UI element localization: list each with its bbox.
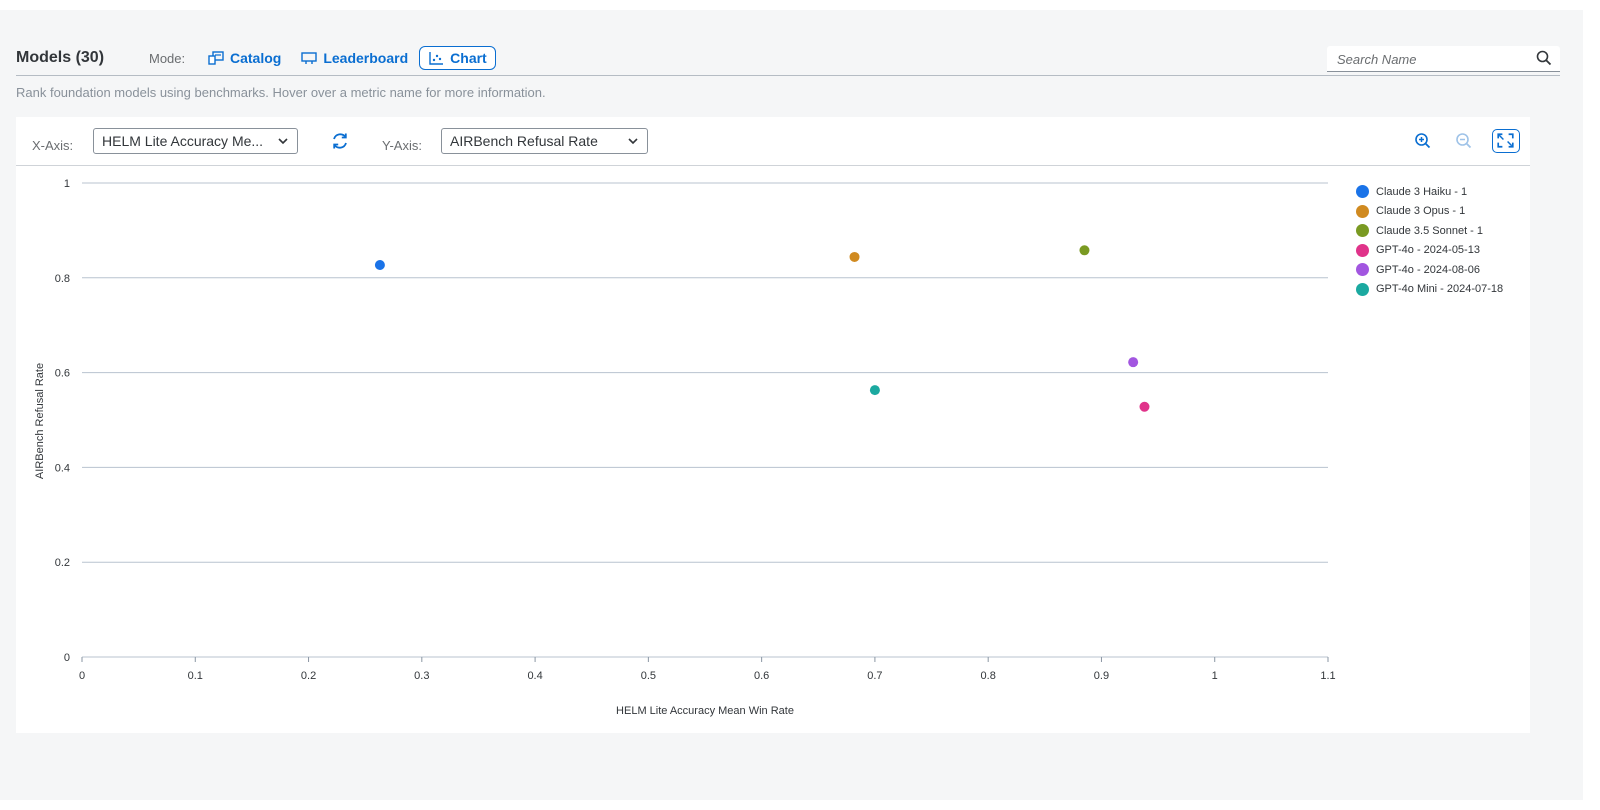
legend-label: GPT-4o Mini - 2024-07-18 xyxy=(1376,283,1504,296)
legend-marker xyxy=(1356,224,1369,238)
legend-marker xyxy=(1356,185,1369,199)
x-axis-ticks: 0 0.1 0.2 0.3 0.4 0.5 0.6 0.7 0.8 0.9 1 1.1 xyxy=(79,657,1336,682)
y-axis-select-value: AIRBench Refusal Rate xyxy=(450,133,598,149)
mode-chart-label: Chart xyxy=(450,50,487,66)
chevron-down-icon xyxy=(278,138,288,145)
mode-catalog-button[interactable]: Catalog xyxy=(199,46,290,70)
legend-label: GPT-4o - 2024-08-06 xyxy=(1376,263,1480,276)
legend-item[interactable]: Claude 3 Haiku - 1 xyxy=(1356,182,1503,202)
refresh-icon[interactable] xyxy=(330,131,350,151)
x-tick-label: 0.9 xyxy=(1094,670,1109,682)
data-point[interactable] xyxy=(1139,401,1150,412)
data-point[interactable] xyxy=(1079,245,1090,256)
legend-item[interactable]: Claude 3 Opus - 1 xyxy=(1356,202,1503,222)
y-tick-label: 0.2 xyxy=(55,557,70,569)
data-point[interactable] xyxy=(1128,357,1139,368)
legend-item[interactable]: GPT-4o - 2024-08-06 xyxy=(1356,260,1503,280)
legend-marker xyxy=(1356,282,1369,296)
x-axis-select-value: HELM Lite Accuracy Me... xyxy=(102,133,264,149)
mode-catalog-label: Catalog xyxy=(230,50,282,66)
x-tick-label: 0.1 xyxy=(188,670,203,682)
leaderboard-icon xyxy=(301,52,318,64)
search-icon[interactable] xyxy=(1536,50,1552,66)
mode-leaderboard-button[interactable]: Leaderboard xyxy=(292,46,417,70)
fullscreen-icon xyxy=(1497,133,1514,148)
search-input[interactable] xyxy=(1327,46,1529,72)
y-axis-title: AIRBench Refusal Rate xyxy=(34,363,46,479)
chart-card: X-Axis: HELM Lite Accuracy Me... Y-Axis:… xyxy=(16,117,1530,733)
data-point[interactable] xyxy=(869,385,880,396)
mode-label: Mode: xyxy=(149,51,186,66)
search-field[interactable] xyxy=(1327,46,1560,72)
catalog-icon xyxy=(208,51,224,65)
legend-label: Claude 3 Opus - 1 xyxy=(1376,205,1466,218)
chart-points xyxy=(374,245,1150,412)
chart-legend: Claude 3 Haiku - 1 Claude 3 Opus - 1 Claud… xyxy=(1356,182,1503,299)
x-axis-select-label: X-Axis: xyxy=(32,138,74,153)
x-tick-label: 0.6 xyxy=(754,670,769,682)
mode-chart-button[interactable]: Chart xyxy=(419,46,496,70)
legend-item[interactable]: Claude 3.5 Sonnet - 1 xyxy=(1356,221,1503,241)
mode-leaderboard-label: Leaderboard xyxy=(323,50,409,66)
y-tick-label: 0 xyxy=(64,652,70,664)
page-subtitle: Rank foundation models using benchmarks.… xyxy=(16,85,546,100)
y-axis-ticks: 0 0.2 0.4 0.6 0.8 1 xyxy=(55,178,70,664)
scatter-chart: 0 0.2 0.4 0.6 0.8 1 0 0.1 0.2 0.3 0.4 0.5 0.6 0.7 0.8… xyxy=(34,178,1336,717)
legend-label: Claude 3.5 Sonnet - 1 xyxy=(1376,224,1484,237)
zoom-out-icon[interactable] xyxy=(1452,129,1476,153)
fullscreen-button[interactable] xyxy=(1492,129,1520,153)
data-point[interactable] xyxy=(374,260,385,271)
x-tick-label: 1.1 xyxy=(1320,670,1335,682)
legend-label: Claude 3 Haiku - 1 xyxy=(1376,185,1468,198)
header-divider xyxy=(16,75,1560,76)
page-title: Models (30) xyxy=(16,49,105,66)
x-tick-label: 0.2 xyxy=(301,670,316,682)
y-axis-select[interactable]: AIRBench Refusal Rate xyxy=(441,128,648,154)
x-tick-label: 0.3 xyxy=(414,670,429,682)
mode-switcher: Catalog Leaderboard Chart xyxy=(199,46,498,70)
chart-toolbar: X-Axis: HELM Lite Accuracy Me... Y-Axis:… xyxy=(16,117,1530,166)
x-tick-label: 1 xyxy=(1212,670,1218,682)
y-tick-label: 0.4 xyxy=(55,462,70,474)
y-tick-label: 0.6 xyxy=(55,368,70,380)
y-tick-label: 1 xyxy=(64,178,70,190)
legend-marker xyxy=(1356,263,1369,277)
legend-item[interactable]: GPT-4o Mini - 2024-07-18 xyxy=(1356,280,1503,300)
chevron-down-icon xyxy=(628,138,638,145)
y-tick-label: 0.8 xyxy=(55,273,70,285)
x-axis-title: HELM Lite Accuracy Mean Win Rate xyxy=(616,705,794,717)
legend-item[interactable]: GPT-4o - 2024-05-13 xyxy=(1356,241,1503,261)
chart-gridlines xyxy=(82,182,1328,658)
page-header: Models (30) Mode: Catalog Leaderboard Ch… xyxy=(16,36,1560,76)
x-tick-label: 0 xyxy=(79,670,85,682)
x-axis-select[interactable]: HELM Lite Accuracy Me... xyxy=(93,128,298,154)
zoom-in-icon[interactable] xyxy=(1411,129,1435,153)
data-point[interactable] xyxy=(849,251,860,262)
x-tick-label: 0.5 xyxy=(641,670,656,682)
x-tick-label: 0.8 xyxy=(981,670,996,682)
legend-marker xyxy=(1356,204,1369,218)
chart-icon xyxy=(429,52,444,65)
legend-label: GPT-4o - 2024-05-13 xyxy=(1376,244,1480,257)
legend-marker xyxy=(1356,243,1369,257)
y-axis-select-label: Y-Axis: xyxy=(382,138,422,153)
x-tick-label: 0.7 xyxy=(867,670,882,682)
x-tick-label: 0.4 xyxy=(527,670,542,682)
